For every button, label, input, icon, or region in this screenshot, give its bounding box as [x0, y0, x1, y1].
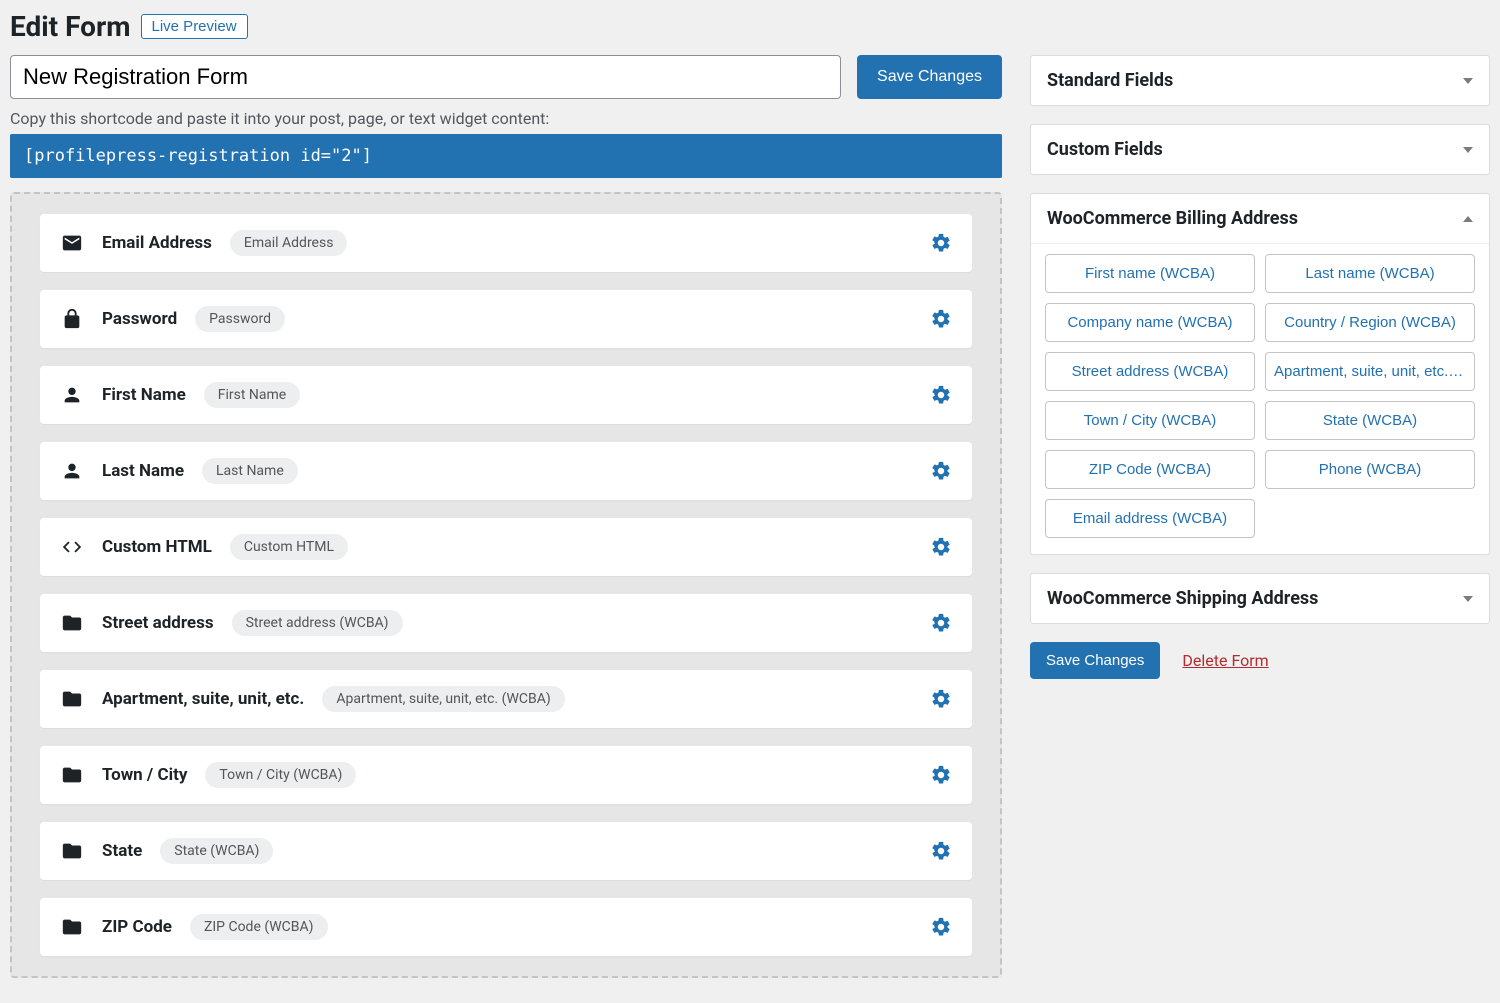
gear-icon[interactable]	[930, 840, 952, 862]
panel-header-standard[interactable]: Standard Fields	[1031, 56, 1489, 105]
field-chip: Apartment, suite, unit, etc. (WCBA)	[322, 686, 564, 712]
user-icon	[60, 459, 84, 483]
gear-icon[interactable]	[930, 916, 952, 938]
billing-field-button[interactable]: Street address (WCBA)	[1045, 352, 1255, 391]
code-icon	[60, 535, 84, 559]
gear-icon[interactable]	[930, 764, 952, 786]
field-label: Email Address	[102, 233, 212, 253]
field-label: Apartment, suite, unit, etc.	[102, 689, 304, 709]
panel-title: WooCommerce Shipping Address	[1047, 588, 1318, 609]
form-field-row[interactable]: Email Address Email Address	[40, 214, 972, 272]
field-label: Password	[102, 309, 177, 329]
form-builder-area: Email AddressEmail AddressPasswordPasswo…	[10, 192, 1002, 978]
field-chip: Password	[195, 306, 285, 332]
panel-custom-fields: Custom Fields	[1030, 124, 1490, 175]
save-changes-button[interactable]: Save Changes	[857, 55, 1002, 99]
folder-icon	[60, 611, 84, 635]
form-field-row[interactable]: Street address Street address (WCBA)	[40, 594, 972, 652]
billing-field-button[interactable]: Apartment, suite, unit, etc. (WCBA)	[1265, 352, 1475, 391]
field-chip: Street address (WCBA)	[232, 610, 403, 636]
save-changes-button-sidebar[interactable]: Save Changes	[1030, 642, 1160, 679]
panel-header-custom[interactable]: Custom Fields	[1031, 125, 1489, 174]
chevron-up-icon	[1463, 216, 1473, 222]
folder-icon	[60, 763, 84, 787]
gear-icon[interactable]	[930, 232, 952, 254]
field-label: First Name	[102, 385, 186, 405]
field-chip: Email Address	[230, 230, 348, 256]
billing-field-button[interactable]: State (WCBA)	[1265, 401, 1475, 440]
gear-icon[interactable]	[930, 308, 952, 330]
chevron-down-icon	[1463, 78, 1473, 84]
chevron-down-icon	[1463, 147, 1473, 153]
form-field-row[interactable]: State State (WCBA)	[40, 822, 972, 880]
panel-header-shipping[interactable]: WooCommerce Shipping Address	[1031, 574, 1489, 623]
form-field-row[interactable]: Last Name Last Name	[40, 442, 972, 500]
billing-field-button[interactable]: Country / Region (WCBA)	[1265, 303, 1475, 342]
panel-shipping-address: WooCommerce Shipping Address	[1030, 573, 1490, 624]
panel-standard-fields: Standard Fields	[1030, 55, 1490, 106]
field-label: ZIP Code	[102, 917, 172, 937]
field-chip: State (WCBA)	[160, 838, 273, 864]
form-field-row[interactable]: Custom HTML Custom HTML	[40, 518, 972, 576]
panel-header-billing[interactable]: WooCommerce Billing Address	[1031, 194, 1489, 243]
gear-icon[interactable]	[930, 536, 952, 558]
billing-field-button[interactable]: ZIP Code (WCBA)	[1045, 450, 1255, 489]
billing-field-button[interactable]: Phone (WCBA)	[1265, 450, 1475, 489]
field-label: Last Name	[102, 461, 184, 481]
lock-icon	[60, 307, 84, 331]
field-chip: Last Name	[202, 458, 298, 484]
shortcode-box[interactable]: [profilepress-registration id="2"]	[10, 134, 1002, 178]
form-field-row[interactable]: Password Password	[40, 290, 972, 348]
field-chip: Custom HTML	[230, 534, 348, 560]
folder-icon	[60, 915, 84, 939]
chevron-down-icon	[1463, 596, 1473, 602]
gear-icon[interactable]	[930, 384, 952, 406]
form-field-row[interactable]: Apartment, suite, unit, etc. Apartment, s…	[40, 670, 972, 728]
billing-field-button[interactable]: Town / City (WCBA)	[1045, 401, 1255, 440]
mail-icon	[60, 231, 84, 255]
panel-title: Custom Fields	[1047, 139, 1163, 160]
field-chip: ZIP Code (WCBA)	[190, 914, 328, 940]
form-field-row[interactable]: Town / City Town / City (WCBA)	[40, 746, 972, 804]
folder-icon	[60, 839, 84, 863]
billing-field-button[interactable]: Email address (WCBA)	[1045, 499, 1255, 538]
form-title-input[interactable]	[10, 55, 841, 99]
field-label: Custom HTML	[102, 537, 212, 557]
billing-field-button[interactable]: Last name (WCBA)	[1265, 254, 1475, 293]
field-chip: First Name	[204, 382, 300, 408]
billing-field-button[interactable]: Company name (WCBA)	[1045, 303, 1255, 342]
live-preview-button[interactable]: Live Preview	[141, 14, 248, 39]
gear-icon[interactable]	[930, 612, 952, 634]
panel-title: WooCommerce Billing Address	[1047, 208, 1298, 229]
page-title: Edit Form	[10, 10, 131, 43]
user-icon	[60, 383, 84, 407]
field-label: State	[102, 841, 142, 861]
panel-billing-address: WooCommerce Billing Address First name (…	[1030, 193, 1490, 555]
field-chip: Town / City (WCBA)	[205, 762, 356, 788]
field-label: Street address	[102, 613, 214, 633]
billing-field-button[interactable]: First name (WCBA)	[1045, 254, 1255, 293]
delete-form-link[interactable]: Delete Form	[1182, 651, 1268, 670]
gear-icon[interactable]	[930, 460, 952, 482]
gear-icon[interactable]	[930, 688, 952, 710]
field-label: Town / City	[102, 765, 187, 785]
form-field-row[interactable]: ZIP Code ZIP Code (WCBA)	[40, 898, 972, 956]
panel-title: Standard Fields	[1047, 70, 1173, 91]
folder-icon	[60, 687, 84, 711]
form-field-row[interactable]: First Name First Name	[40, 366, 972, 424]
shortcode-hint: Copy this shortcode and paste it into yo…	[10, 109, 1002, 128]
